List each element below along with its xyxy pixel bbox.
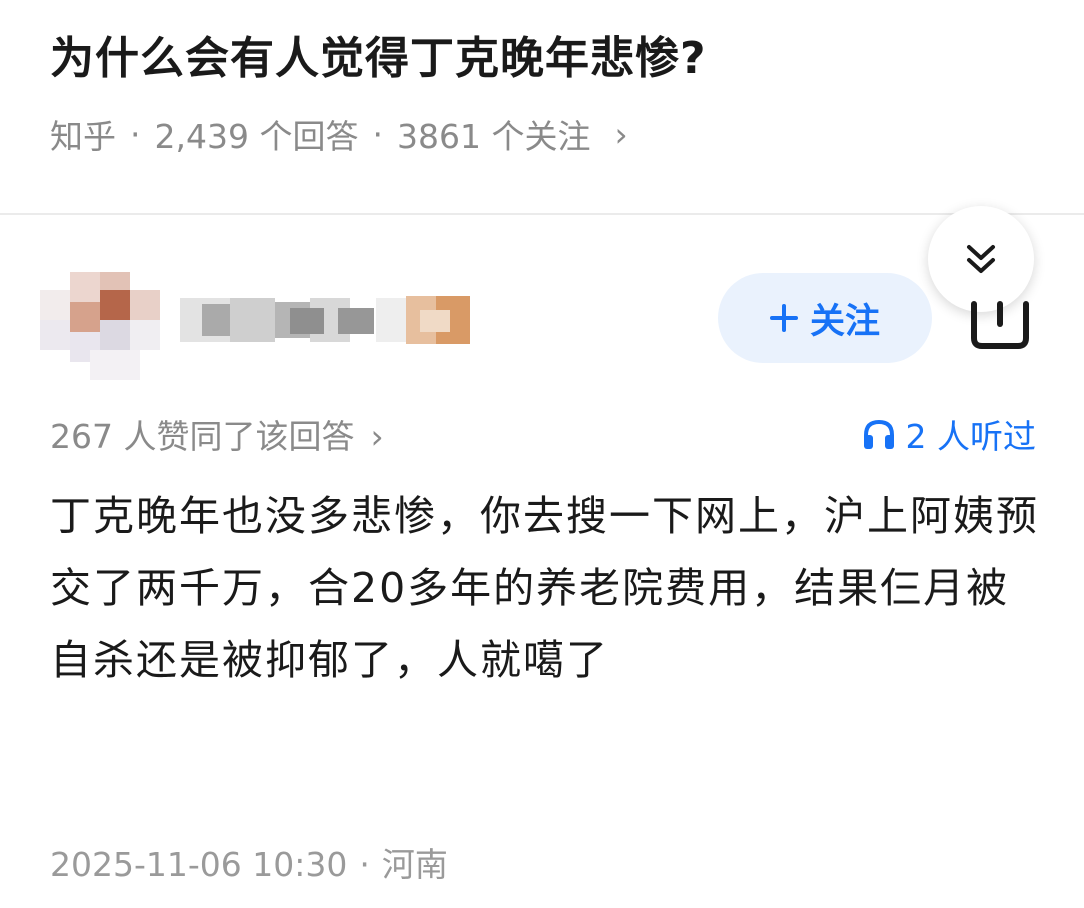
follow-button[interactable]: 关注 (718, 273, 932, 363)
author-info[interactable] (30, 250, 630, 390)
separator-dot: · (372, 114, 383, 154)
follower-count: 3861 个关注 (396, 117, 591, 156)
chevron-right-icon: › (370, 417, 384, 456)
share-icon (971, 301, 1029, 349)
question-meta[interactable]: 知乎 · 2,439 个回答 · 3861 个关注 › (50, 112, 628, 157)
divider (0, 213, 1084, 215)
answer-content[interactable]: 丁克晚年也没多悲惨，你去搜一下网上，沪上阿姨预交了两千万，合20多年的养老院费用… (50, 480, 1040, 696)
separator-dot: · (359, 845, 370, 884)
plus-icon (769, 304, 798, 332)
avatar[interactable] (30, 250, 170, 385)
answer-count: 2,439 个回答 (154, 117, 359, 156)
collapse-button[interactable] (928, 206, 1034, 312)
listen-count[interactable]: 2 人听过 (862, 410, 1037, 458)
upvote-count[interactable]: 267 人赞同了该回答 › (50, 410, 384, 458)
answer-location: 河南 (381, 845, 448, 884)
answer-date: 2025-11-06 10:30 (50, 845, 348, 884)
chevron-right-icon: › (614, 114, 628, 154)
source-label: 知乎 (50, 117, 116, 156)
double-chevron-down-icon (967, 245, 995, 273)
separator-dot: · (130, 114, 141, 154)
question-title[interactable]: 为什么会有人觉得丁克晚年悲惨? (50, 22, 707, 86)
share-button[interactable] (968, 300, 1032, 352)
answer-footer: 2025-11-06 10:30 · 河南 (50, 838, 448, 886)
follow-label: 关注 (809, 301, 880, 342)
listen-text: 2 人听过 (905, 417, 1037, 456)
headphones-icon (863, 419, 894, 449)
upvote-text: 267 人赞同了该回答 (50, 417, 355, 456)
author-name-blurred[interactable] (180, 290, 470, 350)
